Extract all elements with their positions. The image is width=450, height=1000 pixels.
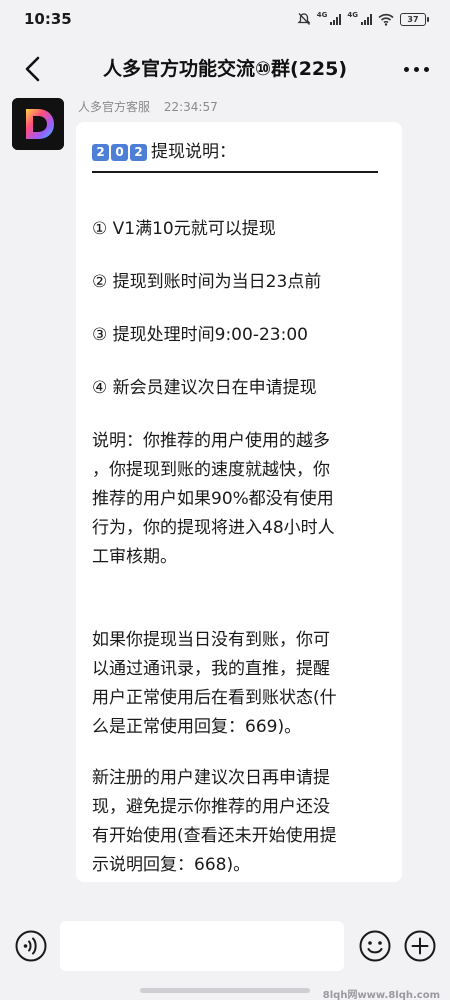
sender-name: 人多官方客服 bbox=[78, 100, 151, 114]
message-timestamp: 22:34:57 bbox=[163, 100, 218, 114]
voice-input-icon[interactable] bbox=[14, 929, 48, 963]
more-dot-icon bbox=[403, 66, 409, 72]
input-bar bbox=[0, 908, 450, 986]
new-user-paragraph: 新注册的用户建议次日再申请提 现，避免提示你推荐的用户还没 有开始使用(查看还未… bbox=[92, 768, 337, 875]
wifi-icon bbox=[378, 13, 394, 26]
rule-line-2: ② 提现到账时间为当日23点前 bbox=[92, 272, 322, 292]
message-input[interactable] bbox=[60, 921, 344, 971]
network-type-1: 4G bbox=[316, 11, 328, 19]
more-options-button[interactable] bbox=[396, 52, 436, 86]
rule-line-4: ④ 新会员建议次日在申请提现 bbox=[92, 378, 317, 398]
heading-text: 提现说明： bbox=[151, 142, 236, 162]
message-list[interactable]: 人多官方客服 22:34:57 2 0 2 提现说明： ① V1满10元就可以提… bbox=[0, 96, 450, 908]
home-indicator[interactable] bbox=[140, 988, 310, 993]
chevron-left-icon bbox=[25, 56, 40, 82]
more-dot-icon bbox=[413, 66, 419, 72]
status-icons: 4G 4G 37 bbox=[297, 11, 429, 27]
rule-line-1: ① V1满10元就可以提现 bbox=[92, 219, 276, 239]
keycap-digit: 0 bbox=[111, 144, 128, 161]
watermark: 8lqh网www.8lqh.com bbox=[322, 990, 440, 1000]
status-time: 10:35 bbox=[24, 10, 72, 28]
signal-icon bbox=[330, 13, 342, 25]
battery-icon: 37 bbox=[400, 12, 429, 26]
mute-icon bbox=[297, 13, 311, 25]
keycap-digit: 2 bbox=[130, 144, 147, 161]
more-dot-icon bbox=[423, 66, 429, 72]
chat-title: 人多官方功能交流⑩群(225) bbox=[102, 58, 348, 80]
heading-divider bbox=[92, 171, 378, 173]
explanation-paragraph: 说明：你推荐的用户使用的越多 ，你提现到账的速度就越快，你 推荐的用户如果90%… bbox=[92, 431, 335, 567]
no-arrival-paragraph: 如果你提现当日没有到账，你可 以通过通讯录，我的直推，提醒 用户正常使用后在看到… bbox=[92, 630, 337, 737]
message-bubble[interactable]: 2 0 2 提现说明： ① V1满10元就可以提现 ② 提现到账时间为当日23点… bbox=[76, 122, 402, 882]
signal-icon-2 bbox=[361, 13, 372, 25]
back-button[interactable] bbox=[16, 52, 50, 86]
chat-header: 人多官方功能交流⑩群(225) bbox=[0, 40, 450, 96]
rule-line-3: ③ 提现处理时间9:00-23:00 bbox=[92, 325, 308, 345]
network-type-2: 4G bbox=[347, 11, 358, 19]
plus-icon[interactable] bbox=[403, 929, 437, 963]
sender-avatar[interactable] bbox=[12, 98, 64, 150]
emoji-icon[interactable] bbox=[358, 929, 392, 963]
status-bar: 10:35 4G 4G 37 bbox=[0, 0, 450, 40]
app-logo-icon bbox=[12, 98, 64, 150]
keycap-digit: 2 bbox=[92, 144, 109, 161]
message-meta: 人多官方客服 22:34:57 bbox=[78, 98, 218, 115]
message-heading: 2 0 2 提现说明： bbox=[92, 138, 388, 167]
